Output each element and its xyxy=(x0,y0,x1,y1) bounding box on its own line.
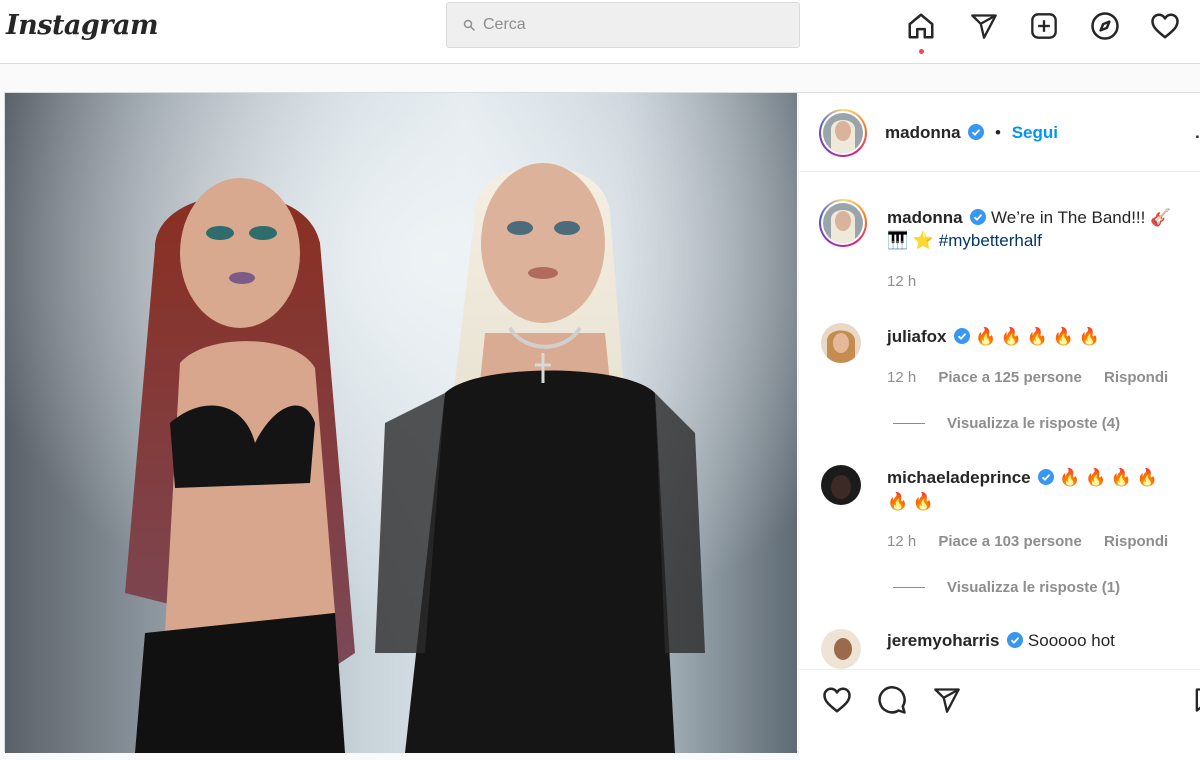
author-avatar[interactable] xyxy=(819,109,867,157)
comment-meta: 12 h Piace a 125 persone Rispondi xyxy=(887,369,1186,386)
author-username[interactable]: madonna xyxy=(885,123,961,142)
home-button[interactable] xyxy=(905,10,937,42)
verified-badge-icon xyxy=(954,328,971,344)
comment-username[interactable]: juliafox xyxy=(887,327,947,346)
search-icon xyxy=(463,19,475,31)
comment-michaeladeprince: michaeladeprince 🔥 🔥 🔥 🔥 xyxy=(887,466,1158,490)
verified-badge-icon xyxy=(968,124,985,140)
caption-hashtag[interactable]: #mybetterhalf xyxy=(939,231,1042,250)
post-header-text: madonna • Segui xyxy=(885,121,1058,145)
save-button[interactable] xyxy=(1187,682,1200,718)
direct-icon xyxy=(971,14,997,39)
comment-username[interactable]: michaeladeprince xyxy=(887,468,1031,487)
heart-icon xyxy=(823,687,851,713)
commenter-avatar[interactable] xyxy=(821,465,861,505)
view-replies-label: Visualizza le risposte (1) xyxy=(947,579,1121,596)
view-replies-label: Visualizza le risposte (4) xyxy=(947,415,1121,432)
instagram-logo[interactable]: Instagram xyxy=(6,10,159,41)
commenter-avatar[interactable] xyxy=(821,629,861,669)
comment-button[interactable] xyxy=(874,682,910,718)
reply-button[interactable]: Rispondi xyxy=(1104,369,1168,386)
comment-icon xyxy=(878,686,906,714)
caption-text: We’re in The Band!!! 🎸 xyxy=(991,208,1172,227)
reply-button[interactable]: Rispondi xyxy=(1104,533,1168,550)
comment-meta: 12 h Piace a 103 persone Rispondi xyxy=(887,533,1186,550)
new-post-button[interactable] xyxy=(1028,10,1060,42)
verified-badge-icon xyxy=(1038,469,1055,485)
avatar-image xyxy=(823,203,863,243)
comment-text: 🔥 🔥 🔥 🔥 xyxy=(1059,468,1158,487)
comment-jeremyoharris: jeremyoharris Sooooo hot xyxy=(887,629,1115,653)
caption-username[interactable]: madonna xyxy=(887,208,963,227)
replies-divider xyxy=(893,423,925,424)
follow-button[interactable]: Segui xyxy=(1012,123,1058,142)
verified-badge-icon xyxy=(970,209,987,225)
caption-avatar[interactable] xyxy=(819,199,867,247)
post-side-panel: madonna • Segui ... madonna We’re in The… xyxy=(798,93,1200,760)
post-header: madonna • Segui ... xyxy=(799,93,1200,172)
caption-time: 12 h xyxy=(887,273,917,290)
top-navigation-bar: Instagram xyxy=(0,0,1200,64)
comment-juliafox: juliafox 🔥 🔥 🔥 🔥 🔥 xyxy=(887,325,1100,349)
comment-time: 12 h xyxy=(887,533,917,550)
comment-text-line-2: 🔥 🔥 xyxy=(887,492,935,511)
comment-text: 🔥 🔥 🔥 🔥 🔥 xyxy=(974,327,1100,346)
view-replies-button[interactable]: Visualizza le risposte (1) xyxy=(893,579,1120,596)
search-input[interactable] xyxy=(481,15,765,35)
search-box[interactable] xyxy=(446,2,800,48)
share-button[interactable] xyxy=(929,682,965,718)
view-replies-button[interactable]: Visualizza le risposte (4) xyxy=(893,415,1120,432)
more-options-icon[interactable]: ... xyxy=(1195,121,1200,145)
comment-text: Sooooo hot xyxy=(1027,631,1115,650)
post-card: madonna • Segui ... madonna We’re in The… xyxy=(4,92,1200,760)
bookmark-icon xyxy=(1195,688,1200,712)
replies-divider xyxy=(893,587,925,588)
activity-button[interactable] xyxy=(1149,10,1181,42)
verified-badge-icon xyxy=(1007,632,1024,648)
avatar-image xyxy=(823,113,863,153)
comment-likes[interactable]: Piace a 125 persone xyxy=(938,369,1081,386)
commenter-avatar[interactable] xyxy=(821,323,861,363)
comment-username[interactable]: jeremyoharris xyxy=(887,631,999,650)
explore-button[interactable] xyxy=(1089,10,1121,42)
comment-likes[interactable]: Piace a 103 persone xyxy=(938,533,1081,550)
heart-icon xyxy=(1151,13,1179,39)
home-icon xyxy=(908,13,934,39)
direct-icon xyxy=(934,688,960,713)
explore-icon xyxy=(1091,12,1119,40)
separator-dot: • xyxy=(995,123,1001,142)
home-active-dot xyxy=(919,49,924,54)
post-actions-bar xyxy=(799,669,1200,760)
new-post-icon xyxy=(1031,13,1057,39)
caption-line-1: madonna We’re in The Band!!! 🎸 xyxy=(887,206,1171,230)
post-photo[interactable] xyxy=(5,93,797,753)
direct-button[interactable] xyxy=(968,10,1000,42)
like-button[interactable] xyxy=(819,682,855,718)
photo-illustration xyxy=(5,93,797,753)
caption-emoji: 🎹 ⭐ xyxy=(887,231,935,250)
comment-time: 12 h xyxy=(887,369,917,386)
caption-line-2: 🎹 ⭐ #mybetterhalf xyxy=(887,229,1042,253)
